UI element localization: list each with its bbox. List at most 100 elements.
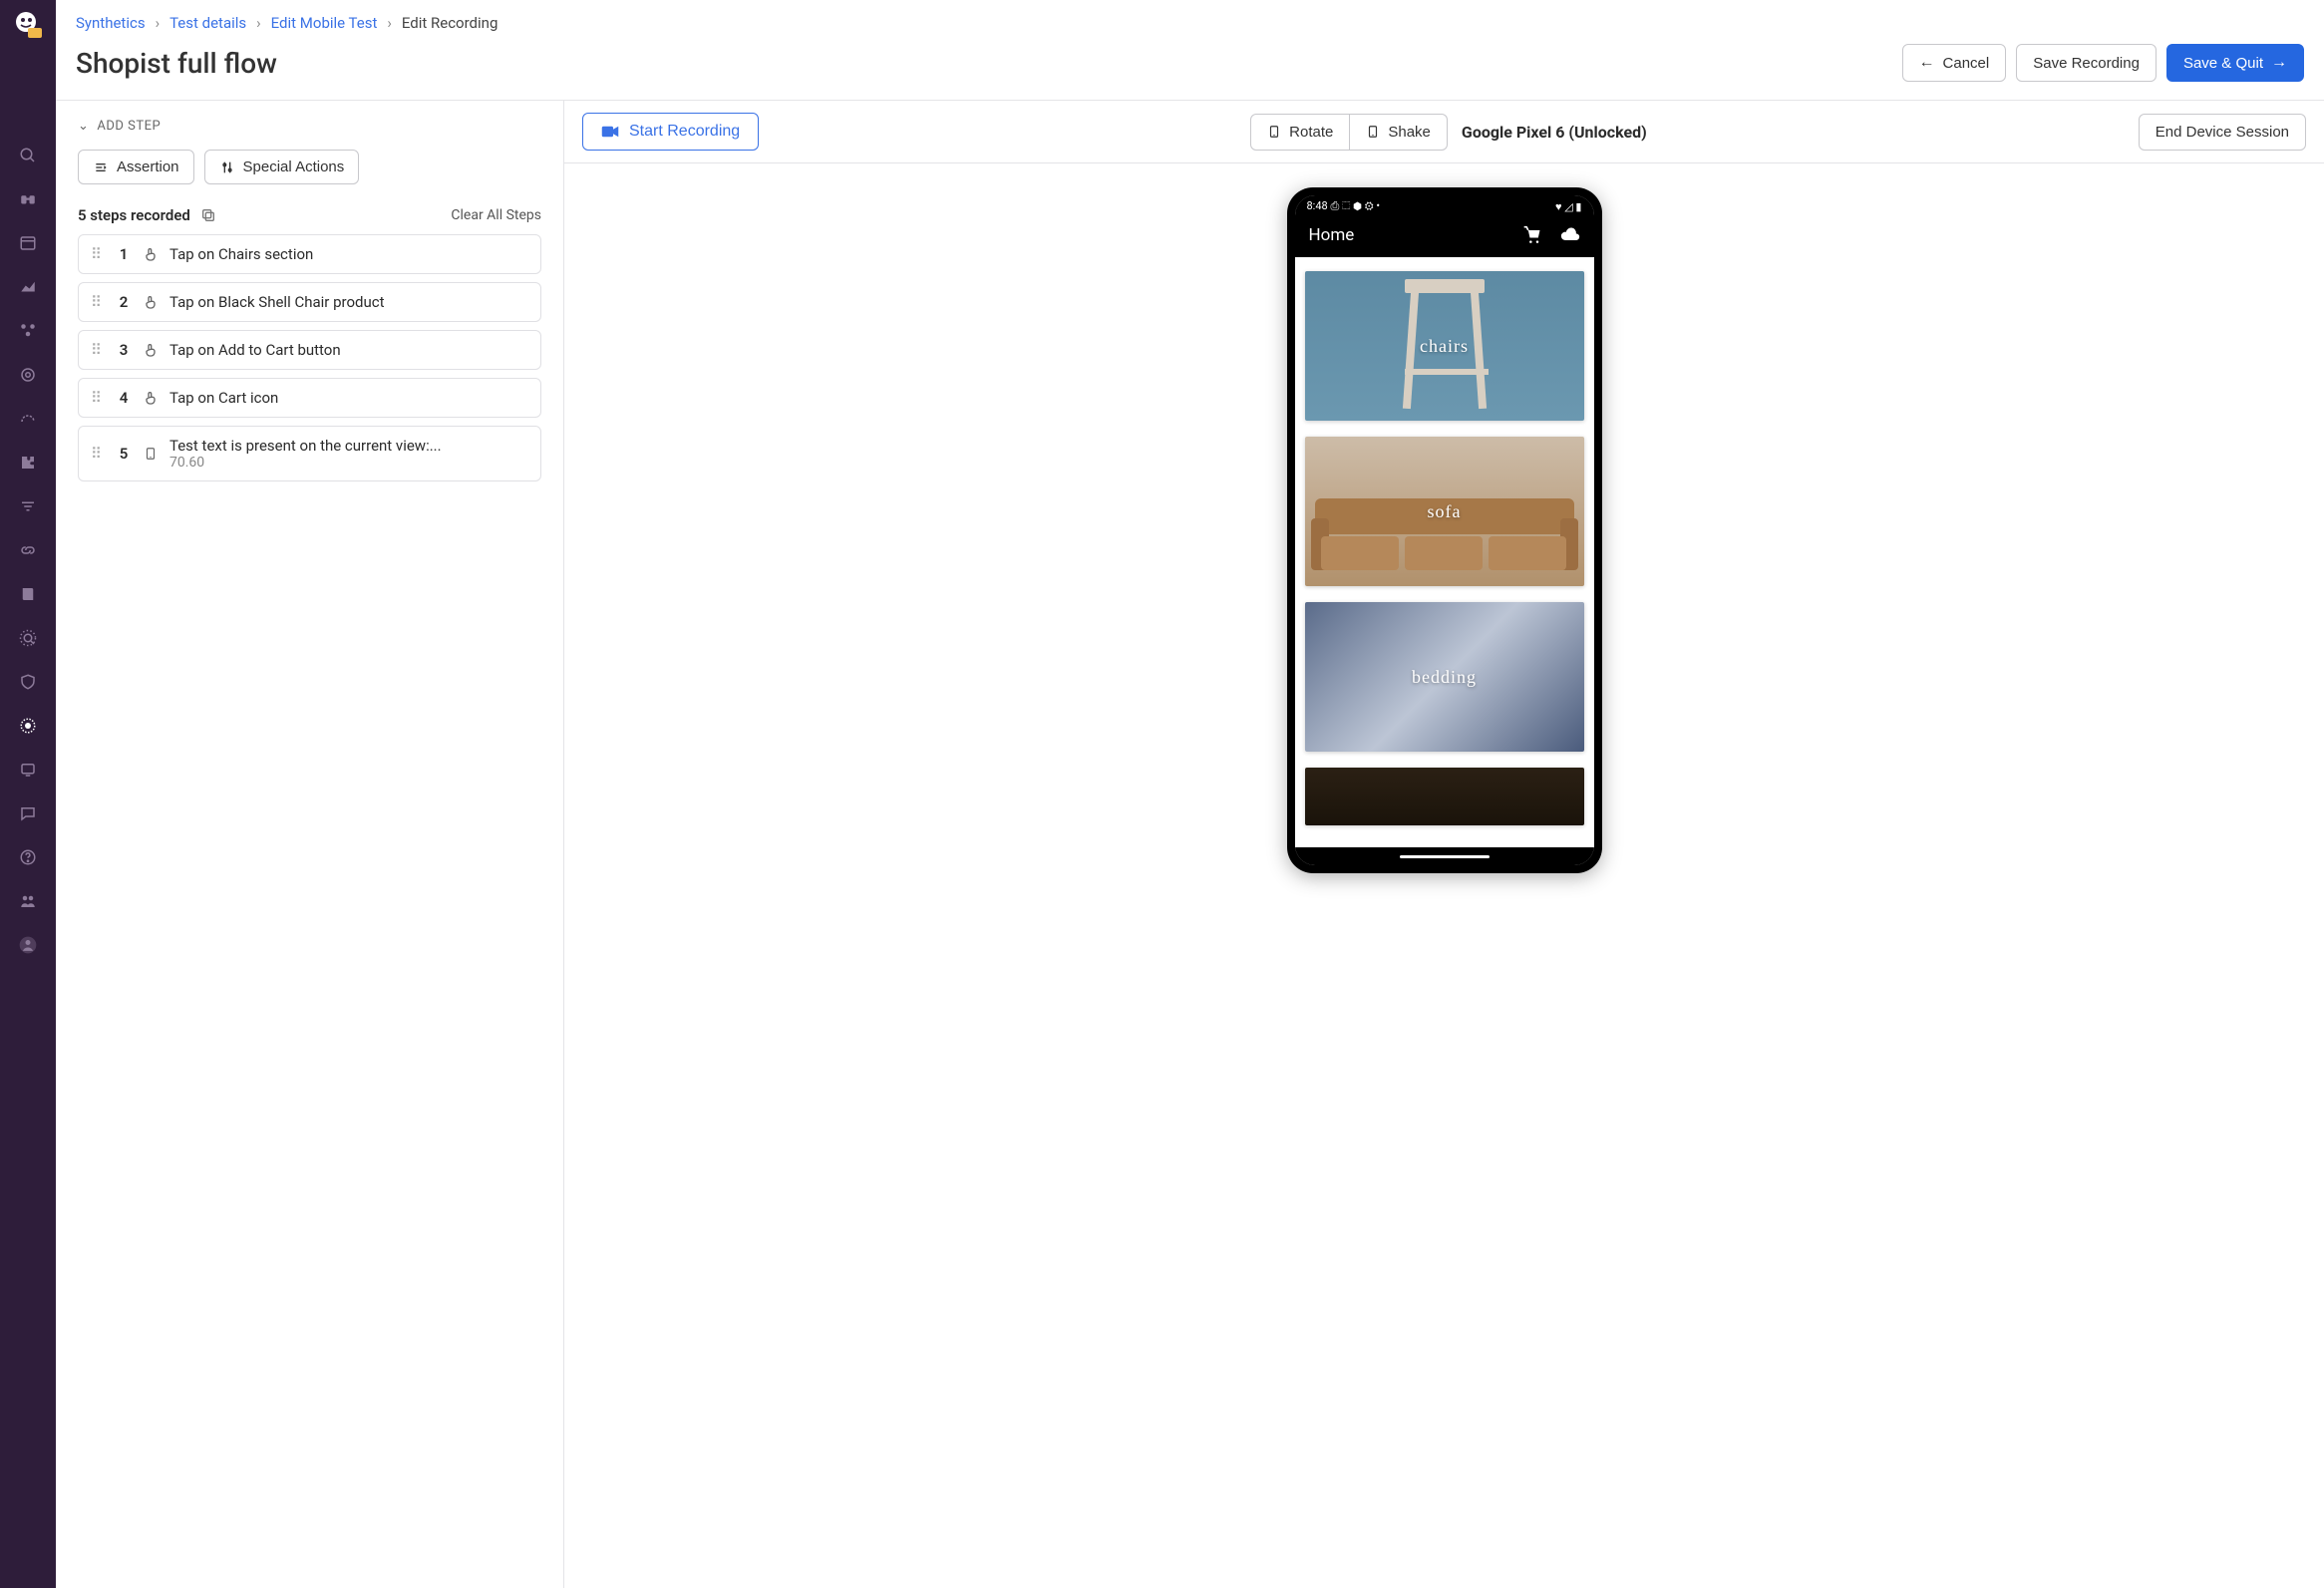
- breadcrumb: Synthetics › Test details › Edit Mobile …: [56, 0, 2324, 38]
- shake-button[interactable]: Shake: [1350, 114, 1448, 151]
- breadcrumb-link[interactable]: Test details: [169, 14, 246, 32]
- drag-handle-icon[interactable]: ⠿: [87, 389, 106, 407]
- synthetics-icon[interactable]: [16, 714, 40, 738]
- rotate-button[interactable]: Rotate: [1250, 114, 1350, 151]
- filter-icon[interactable]: [16, 494, 40, 518]
- special-actions-button[interactable]: Special Actions: [204, 150, 360, 184]
- breadcrumb-link[interactable]: Synthetics: [76, 14, 146, 32]
- save-quit-label: Save & Quit: [2183, 55, 2263, 72]
- puzzle-icon[interactable]: [16, 451, 40, 475]
- device-icon: [142, 446, 160, 462]
- gauge-icon[interactable]: [16, 407, 40, 431]
- logo-icon[interactable]: [10, 8, 46, 44]
- save-quit-button[interactable]: Save & Quit →: [2166, 44, 2304, 82]
- app-title: Home: [1309, 225, 1355, 245]
- phone-icon: [1366, 124, 1380, 140]
- phone-icon: [1267, 124, 1281, 140]
- video-icon: [601, 125, 619, 139]
- tap-icon: [142, 294, 160, 310]
- step-text: Test text is present on the current view…: [169, 437, 532, 471]
- steps-panel: ⌄ ADD STEP Assertion Special Actions 5 s…: [56, 101, 564, 1588]
- app-header: Home: [1295, 215, 1594, 257]
- cloud-icon[interactable]: [1560, 225, 1580, 245]
- tap-icon: [142, 246, 160, 262]
- chat-icon[interactable]: [16, 801, 40, 825]
- cancel-label: Cancel: [1943, 55, 1990, 72]
- rum-icon[interactable]: [16, 758, 40, 782]
- breadcrumb-current: Edit Recording: [402, 14, 498, 32]
- home-indicator[interactable]: [1295, 847, 1594, 865]
- step-number: 5: [116, 445, 132, 463]
- scan-icon[interactable]: [16, 626, 40, 650]
- global-sidebar: [0, 0, 56, 1588]
- step-text: Tap on Black Shell Chair product: [169, 293, 532, 311]
- arrow-left-icon: ←: [1919, 54, 1935, 72]
- step-item[interactable]: ⠿ 4 Tap on Cart icon: [78, 378, 541, 418]
- device-name: Google Pixel 6 (Unlocked): [1462, 123, 1647, 142]
- rotate-label: Rotate: [1289, 124, 1333, 141]
- step-text: Tap on Chairs section: [169, 245, 532, 263]
- dashboard-icon[interactable]: [16, 231, 40, 255]
- add-step-toggle[interactable]: ⌄ ADD STEP: [78, 119, 541, 134]
- page-title: Shopist full flow: [76, 47, 277, 80]
- category-label: chairs: [1420, 336, 1469, 357]
- device-preview[interactable]: 8:48 ⎙ ⬚ ⬢ ⚙ • ♥ ◿ ▮ Home: [1287, 187, 1602, 873]
- link-icon[interactable]: [16, 538, 40, 562]
- start-recording-button[interactable]: Start Recording: [582, 113, 759, 151]
- category-label: bedding: [1412, 667, 1477, 688]
- step-item[interactable]: ⠿ 2 Tap on Black Shell Chair product: [78, 282, 541, 322]
- shield-icon[interactable]: [16, 670, 40, 694]
- status-icons-right: ♥ ◿ ▮: [1555, 200, 1582, 213]
- assertion-icon: [93, 159, 109, 175]
- drag-handle-icon[interactable]: ⠿: [87, 445, 106, 463]
- step-number: 3: [116, 341, 132, 359]
- chart-icon[interactable]: [16, 275, 40, 299]
- copy-icon[interactable]: [200, 207, 216, 223]
- tap-icon: [142, 342, 160, 358]
- step-number: 4: [116, 389, 132, 407]
- chevron-right-icon: ›: [256, 14, 261, 32]
- app-body[interactable]: chairs sofa bedding: [1295, 257, 1594, 847]
- step-text: Tap on Cart icon: [169, 389, 532, 407]
- binoculars-icon[interactable]: [16, 187, 40, 211]
- help-icon[interactable]: [16, 845, 40, 869]
- category-sofa[interactable]: sofa: [1305, 437, 1584, 586]
- clear-all-steps[interactable]: Clear All Steps: [451, 207, 541, 223]
- step-item[interactable]: ⠿ 1 Tap on Chairs section: [78, 234, 541, 274]
- add-step-label: ADD STEP: [97, 119, 161, 134]
- step-item[interactable]: ⠿ 3 Tap on Add to Cart button: [78, 330, 541, 370]
- category-chairs[interactable]: chairs: [1305, 271, 1584, 421]
- assertion-button[interactable]: Assertion: [78, 150, 194, 184]
- book-icon[interactable]: [16, 582, 40, 606]
- drag-handle-icon[interactable]: ⠿: [87, 245, 106, 263]
- special-actions-label: Special Actions: [243, 159, 345, 175]
- assertion-label: Assertion: [117, 159, 179, 175]
- category-more[interactable]: [1305, 768, 1584, 825]
- search-icon[interactable]: [16, 144, 40, 167]
- end-session-button[interactable]: End Device Session: [2139, 114, 2306, 151]
- category-label: sofa: [1428, 501, 1462, 522]
- cart-icon[interactable]: [1522, 225, 1542, 245]
- special-actions-icon: [219, 159, 235, 175]
- team-icon[interactable]: [16, 889, 40, 913]
- drag-handle-icon[interactable]: ⠿: [87, 341, 106, 359]
- status-icons-left: ⎙ ⬚ ⬢ ⚙ •: [1330, 199, 1380, 212]
- arrow-right-icon: →: [2271, 54, 2287, 72]
- steps-count: 5 steps recorded: [78, 206, 190, 224]
- cancel-button[interactable]: ← Cancel: [1902, 44, 2007, 82]
- step-text: Tap on Add to Cart button: [169, 341, 532, 359]
- target-icon[interactable]: [16, 363, 40, 387]
- infra-icon[interactable]: [16, 319, 40, 343]
- drag-handle-icon[interactable]: ⠿: [87, 293, 106, 311]
- start-recording-label: Start Recording: [629, 123, 740, 141]
- tap-icon: [142, 390, 160, 406]
- step-subtext: 70.60: [169, 455, 532, 471]
- account-icon[interactable]: [16, 933, 40, 957]
- device-toolbar: Start Recording Rotate Shake Google Pixe…: [564, 101, 2324, 163]
- chevron-down-icon: ⌄: [78, 119, 89, 134]
- step-item[interactable]: ⠿ 5 Test text is present on the current …: [78, 426, 541, 481]
- category-bedding[interactable]: bedding: [1305, 602, 1584, 752]
- breadcrumb-link[interactable]: Edit Mobile Test: [271, 14, 378, 32]
- save-recording-button[interactable]: Save Recording: [2016, 44, 2157, 82]
- phone-status-bar: 8:48 ⎙ ⬚ ⬢ ⚙ • ♥ ◿ ▮: [1295, 195, 1594, 215]
